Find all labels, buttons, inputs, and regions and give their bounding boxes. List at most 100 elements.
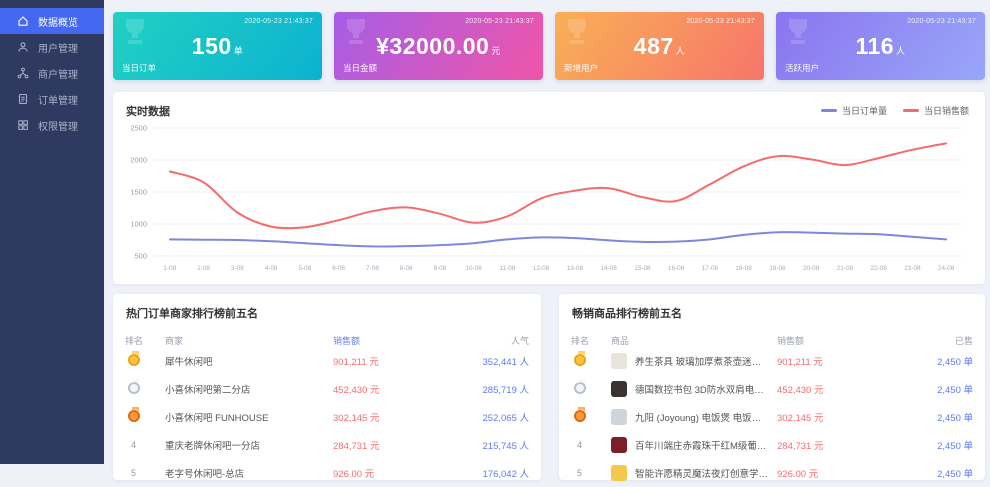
product-name: 德国数控书包 3D防水双肩电脑包充电旅行 xyxy=(635,382,769,396)
gold-medal-icon xyxy=(128,354,140,366)
sales-value: 452,430 元 xyxy=(333,382,445,396)
svg-text:8-08: 8-08 xyxy=(400,265,413,272)
sidebar-item-orders[interactable]: 订单管理 xyxy=(0,86,104,112)
svg-text:20-08: 20-08 xyxy=(803,265,820,272)
svg-text:10-08: 10-08 xyxy=(465,265,482,272)
main-content: 2020-05-23 21:43:37 150单 当日订单 2020-05-23… xyxy=(104,0,990,464)
rank-cell: 5 xyxy=(125,468,165,479)
table-title: 畅销商品排行榜前五名 xyxy=(559,294,985,321)
card-value: 150单 xyxy=(113,33,322,60)
chart-legend: 当日订单量 当日销售额 xyxy=(821,104,969,117)
svg-text:6-08: 6-08 xyxy=(332,265,345,272)
card-label: 当日金额 xyxy=(343,62,377,74)
product-name: 养生茶具 玻璃加厚煮茶壶迷你1.5L xyxy=(635,354,769,368)
rank-number: 4 xyxy=(131,440,136,450)
merchant-name: 重庆老牌休闲吧一分店 xyxy=(165,438,333,452)
card-number: 150 xyxy=(192,33,232,59)
silver-medal-icon xyxy=(574,382,586,394)
bronze-medal-icon xyxy=(128,410,140,422)
card-timestamp: 2020-05-23 21:43:37 xyxy=(244,18,313,25)
header-sales: 销售额 xyxy=(777,334,889,347)
stat-card-amount: 2020-05-23 21:43:37 ¥32000.00元 当日金额 xyxy=(334,12,543,80)
sidebar-item-label: 订单管理 xyxy=(38,92,78,107)
legend-line-marker xyxy=(903,109,919,112)
stat-card-orders: 2020-05-23 21:43:37 150单 当日订单 xyxy=(113,12,322,80)
product-image xyxy=(611,353,627,369)
table-header-row: 排名 商家 销售额 人气 xyxy=(113,334,541,347)
popularity-value: 352,441 人 xyxy=(445,354,529,368)
sidebar-item-permissions[interactable]: 权限管理 xyxy=(0,112,104,138)
rank-cell xyxy=(125,354,165,369)
legend-item-orders[interactable]: 当日订单量 xyxy=(821,104,887,117)
sidebar-item-users[interactable]: 用户管理 xyxy=(0,34,104,60)
merchant-name: 小喜休闲吧第二分店 xyxy=(165,382,333,396)
card-value: 487人 xyxy=(555,33,764,60)
bronze-medal-icon xyxy=(574,410,586,422)
card-unit: 人 xyxy=(896,46,906,56)
svg-text:1500: 1500 xyxy=(130,188,147,197)
popularity-value: 285,719 人 xyxy=(445,382,529,396)
line-chart: 25002000150010005001-082-083-084-085-086… xyxy=(117,120,979,278)
sold-value: 2,450 单 xyxy=(889,410,973,424)
sidebar-item-label: 权限管理 xyxy=(38,118,78,133)
rank-cell xyxy=(125,382,165,397)
stat-cards-row: 2020-05-23 21:43:37 150单 当日订单 2020-05-23… xyxy=(104,0,990,80)
rank-cell xyxy=(125,410,165,425)
merchant-name: 犀牛休闲吧 xyxy=(165,354,333,368)
sales-value: 901,211 元 xyxy=(777,354,889,368)
table-title: 热门订单商家排行榜前五名 xyxy=(113,294,541,321)
header-sold: 已售 xyxy=(889,334,973,347)
svg-text:3-08: 3-08 xyxy=(231,265,244,272)
svg-text:1000: 1000 xyxy=(130,220,147,229)
svg-text:12-08: 12-08 xyxy=(533,265,550,272)
gold-medal-icon xyxy=(574,354,586,366)
sales-value: 452,430 元 xyxy=(777,382,889,396)
sidebar-item-label: 数据概览 xyxy=(38,14,78,29)
sales-value: 901,211 元 xyxy=(333,354,445,368)
product-cell: 百年川端庄赤霞珠干红M级葡萄酒整箱三件… xyxy=(611,437,777,453)
popularity-value: 176,042 人 xyxy=(445,466,529,480)
sidebar: 数据概览 用户管理 商户管理 订单管理 权限管理 xyxy=(0,0,104,464)
product-ranking-panel: 畅销商品排行榜前五名 排名 商品 销售额 已售 养生茶具 玻璃加厚煮茶壶迷你1.… xyxy=(559,294,985,480)
svg-text:2-08: 2-08 xyxy=(197,265,210,272)
product-name: 智能许愿精灵魔法夜灯创意学生儿童彩笔玩… xyxy=(635,466,769,480)
product-cell: 智能许愿精灵魔法夜灯创意学生儿童彩笔玩… xyxy=(611,465,777,481)
legend-item-sales[interactable]: 当日销售额 xyxy=(903,104,969,117)
sidebar-item-merchants[interactable]: 商户管理 xyxy=(0,60,104,86)
rank-number: 5 xyxy=(131,468,136,478)
header-rank: 排名 xyxy=(571,334,611,347)
sold-value: 2,450 单 xyxy=(889,466,973,480)
merchant-icon xyxy=(17,67,29,79)
table-row: 德国数控书包 3D防水双肩电脑包充电旅行 452,430 元 2,450 单 xyxy=(559,375,985,403)
rank-cell: 4 xyxy=(125,440,165,451)
table-row: 养生茶具 玻璃加厚煮茶壶迷你1.5L 901,211 元 2,450 单 xyxy=(559,347,985,375)
product-cell: 德国数控书包 3D防水双肩电脑包充电旅行 xyxy=(611,381,777,397)
popularity-value: 252,065 人 xyxy=(445,410,529,424)
stat-card-active-users: 2020-05-23 21:43:37 116人 活跃用户 xyxy=(776,12,985,80)
card-unit: 人 xyxy=(676,46,686,56)
sidebar-item-label: 用户管理 xyxy=(38,40,78,55)
sidebar-item-overview[interactable]: 数据概览 xyxy=(0,8,104,34)
table-row: 4 百年川端庄赤霞珠干红M级葡萄酒整箱三件… 284,731 元 2,450 单 xyxy=(559,431,985,459)
sold-value: 2,450 单 xyxy=(889,382,973,396)
card-label: 当日订单 xyxy=(122,62,156,74)
card-number: 487 xyxy=(634,33,674,59)
realtime-chart-panel: 实时数据 当日订单量 当日销售额 25002000150010005001-08… xyxy=(113,92,985,284)
sales-value: 284,731 元 xyxy=(333,438,445,452)
table-row: 犀牛休闲吧 901,211 元 352,441 人 xyxy=(113,347,541,375)
product-image xyxy=(611,409,627,425)
svg-text:16-08: 16-08 xyxy=(668,265,685,272)
legend-line-marker xyxy=(821,109,837,112)
header-sales[interactable]: 销售额 xyxy=(333,334,445,347)
stat-card-new-users: 2020-05-23 21:43:37 487人 新增用户 xyxy=(555,12,764,80)
product-cell: 九阳 (Joyoung) 电饭煲 电饭锅 3L 4-5人 xyxy=(611,409,777,425)
sales-value: 302,145 元 xyxy=(333,410,445,424)
rank-number: 4 xyxy=(577,440,582,450)
rank-cell xyxy=(571,354,611,369)
silver-medal-icon xyxy=(128,382,140,394)
table-header-row: 排名 商品 销售额 已售 xyxy=(559,334,985,347)
card-timestamp: 2020-05-23 21:43:37 xyxy=(465,18,534,25)
sales-value: 926.00 元 xyxy=(333,466,445,480)
header-rank: 排名 xyxy=(125,334,165,347)
table-row: 5 智能许愿精灵魔法夜灯创意学生儿童彩笔玩… 926.00 元 2,450 单 xyxy=(559,459,985,487)
